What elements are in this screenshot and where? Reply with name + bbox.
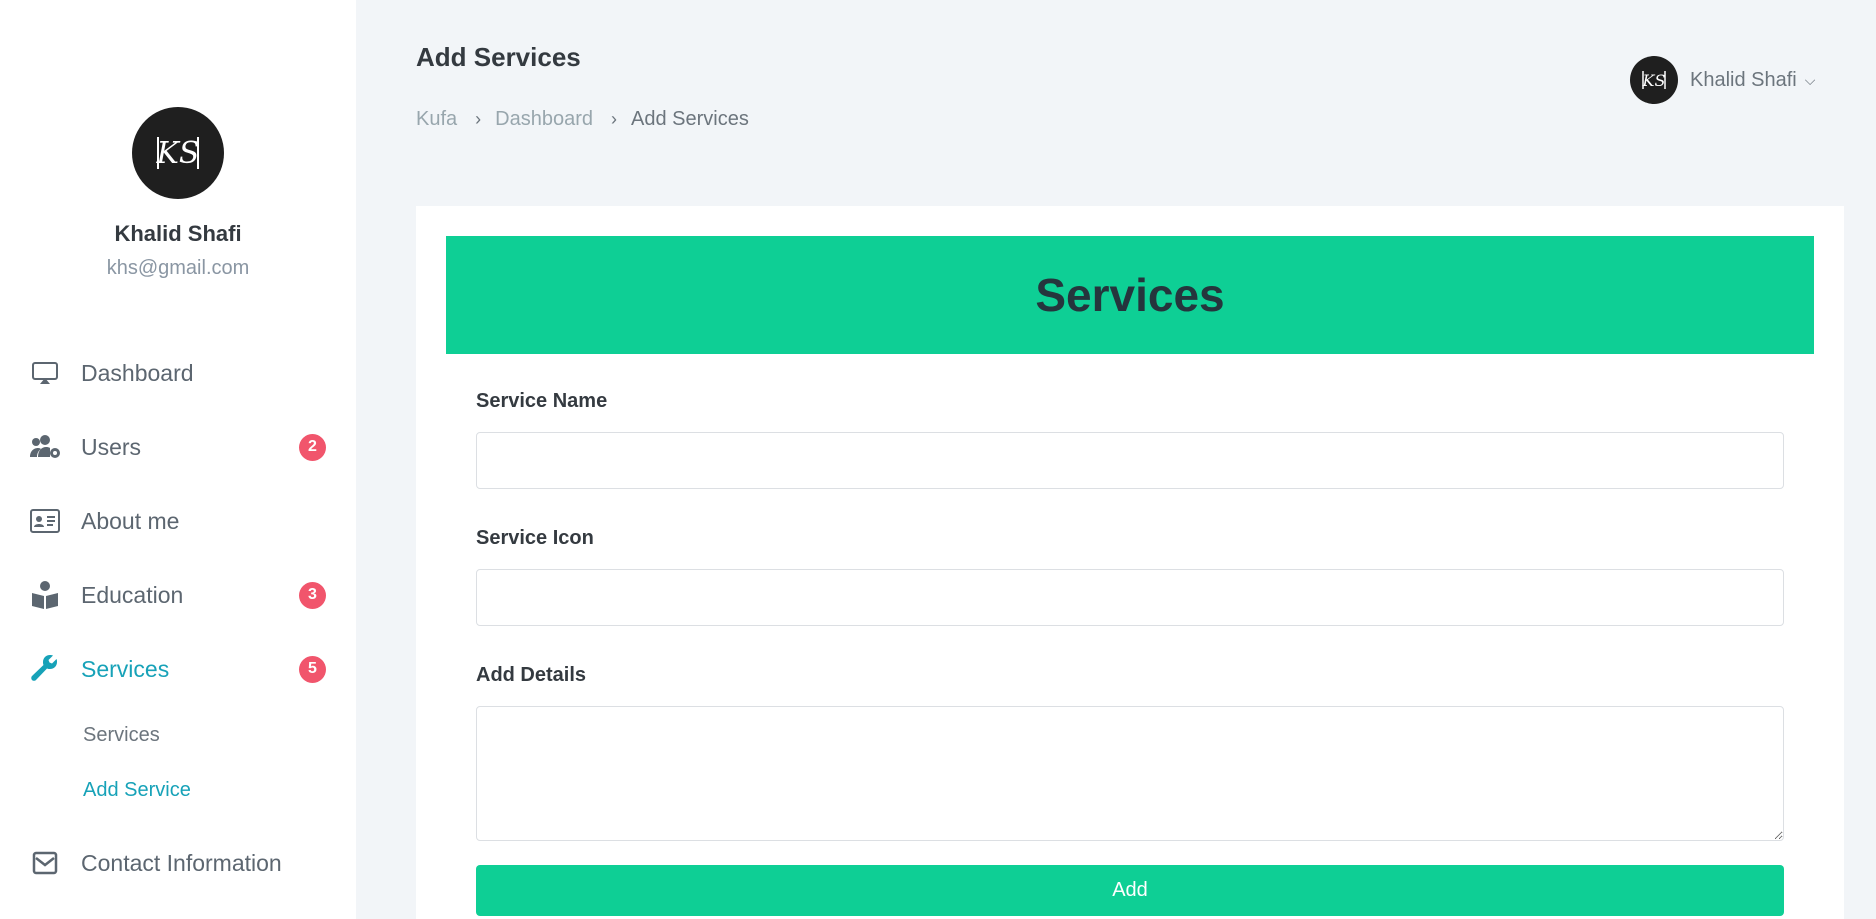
avatar: KS — [1630, 56, 1678, 104]
sidebar-item-label: Dashboard — [81, 359, 194, 386]
profile-name: Khalid Shafi — [114, 221, 242, 246]
users-cog-icon — [28, 430, 62, 464]
svg-text:KS: KS — [156, 136, 200, 171]
sidebar-item-label: Contact Information — [81, 849, 282, 876]
add-button[interactable]: Add — [476, 865, 1784, 916]
sidebar-item-label: About me — [81, 507, 180, 534]
details-field: Add Details — [476, 664, 1784, 841]
avatar[interactable]: KS — [132, 107, 224, 199]
sidebar-item-contact-information[interactable]: Contact Information — [0, 826, 356, 900]
sidebar-item-services[interactable]: Services 5 — [0, 632, 356, 706]
banner-title: Services — [1035, 269, 1225, 321]
card-banner: Services — [446, 236, 1814, 354]
service-name-field: Service Name — [476, 390, 1784, 489]
sidebar-item-label: Users — [81, 433, 142, 460]
svg-text:KS: KS — [1642, 71, 1666, 90]
envelope-icon — [28, 846, 62, 880]
service-name-input[interactable] — [476, 432, 1784, 489]
details-label: Add Details — [476, 664, 587, 686]
breadcrumb: Kufa › Dashboard › Add Services — [416, 108, 749, 131]
sidebar: KS Khalid Shafi khs@gmail.com Dashboard — [0, 0, 356, 919]
chevron-right-icon: › — [611, 109, 617, 129]
add-service-form: Service Name Service Icon Add Details Ad… — [476, 390, 1784, 916]
service-icon-field: Service Icon — [476, 527, 1784, 626]
profile-email: khs@gmail.com — [106, 257, 250, 279]
breadcrumb-link-dashboard[interactable]: Dashboard — [495, 108, 593, 131]
details-textarea[interactable] — [476, 706, 1784, 841]
subnav-item-add-service[interactable]: Add Service — [0, 763, 356, 818]
sidebar-item-users[interactable]: Users 2 — [0, 410, 356, 484]
reader-icon — [28, 578, 62, 612]
monitor-icon — [28, 356, 62, 390]
service-icon-label: Service Icon — [476, 527, 594, 549]
profile-block: KS Khalid Shafi khs@gmail.com — [0, 107, 356, 280]
subnav-item-services[interactable]: Services — [0, 708, 356, 763]
breadcrumb-current: Add Services — [631, 108, 749, 130]
users-count-badge: 2 — [299, 433, 326, 461]
service-icon-input[interactable] — [476, 569, 1784, 626]
id-card-icon — [28, 504, 62, 538]
ks-logo-icon: KS — [156, 136, 200, 171]
service-name-label: Service Name — [476, 390, 608, 412]
page-title: Add Services — [416, 42, 581, 72]
chevron-down-icon: ⌵ — [1804, 71, 1816, 88]
sidebar-item-about-me[interactable]: About me — [0, 484, 356, 558]
ks-logo-icon: KS — [1642, 71, 1666, 90]
services-count-badge: 5 — [299, 655, 326, 683]
sidebar-item-dashboard[interactable]: Dashboard — [0, 336, 356, 410]
sidebar-item-label: Education — [81, 581, 184, 608]
services-subnav: Services Add Service — [0, 706, 356, 826]
wrench-icon — [28, 652, 62, 686]
sidebar-item-label: Services — [81, 655, 170, 682]
sidebar-nav: Dashboard Users 2 About me Education 3 S… — [0, 336, 356, 900]
sidebar-item-education[interactable]: Education 3 — [0, 558, 356, 632]
user-menu[interactable]: KS Khalid Shafi ⌵ — [1630, 56, 1815, 104]
chevron-right-icon: › — [475, 109, 482, 129]
user-name: Khalid Shafi — [1690, 68, 1797, 91]
add-service-card: Services Service Name Service Icon Add D… — [416, 206, 1844, 919]
education-count-badge: 3 — [299, 581, 326, 609]
breadcrumb-link-kufa[interactable]: Kufa — [416, 108, 457, 131]
